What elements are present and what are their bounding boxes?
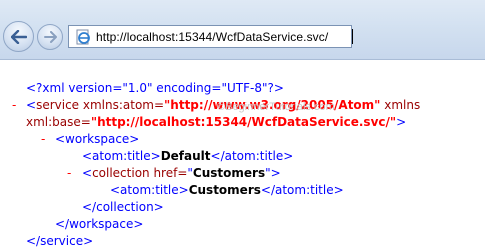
collection-title: <atom:title>Customers</atom:title> xyxy=(110,183,344,197)
collection-open-tag: <collection href="Customers"> xyxy=(82,166,281,180)
service-base-attr: xml:base="http://localhost:15344/WcfData… xyxy=(26,115,407,129)
xml-document: <?xml version="1.0" encoding="UTF-8"?> -… xyxy=(0,66,485,248)
text-cursor xyxy=(352,29,353,44)
workspace-close-tag: </workspace> xyxy=(55,217,144,231)
collapse-service[interactable]: - xyxy=(12,97,16,114)
workspace-open-tag: <workspace> xyxy=(55,132,140,146)
address-text[interactable]: http://localhost:15344/WcfDataService.sv… xyxy=(96,30,328,44)
forward-arrow-icon xyxy=(43,31,57,43)
ie-page-icon xyxy=(76,29,90,45)
back-arrow-icon xyxy=(10,29,27,44)
service-close-tag: </service> xyxy=(26,234,94,248)
collapse-workspace[interactable]: - xyxy=(41,131,45,148)
forward-button[interactable] xyxy=(37,24,63,50)
collapse-collection[interactable]: - xyxy=(67,165,71,182)
address-bar[interactable]: http://localhost:15344/WcfDataService.sv… xyxy=(68,25,353,48)
browser-toolbar: http://localhost:15344/WcfDataService.sv… xyxy=(0,0,485,60)
service-open-tag: <service xmlns:atom="http://www.w3.org/2… xyxy=(26,98,421,112)
back-button[interactable] xyxy=(3,21,34,52)
workspace-title: <atom:title>Default</atom:title> xyxy=(82,149,294,163)
collection-close-tag: </collection> xyxy=(82,200,164,214)
xml-declaration: <?xml version="1.0" encoding="UTF-8"?> xyxy=(26,81,284,95)
